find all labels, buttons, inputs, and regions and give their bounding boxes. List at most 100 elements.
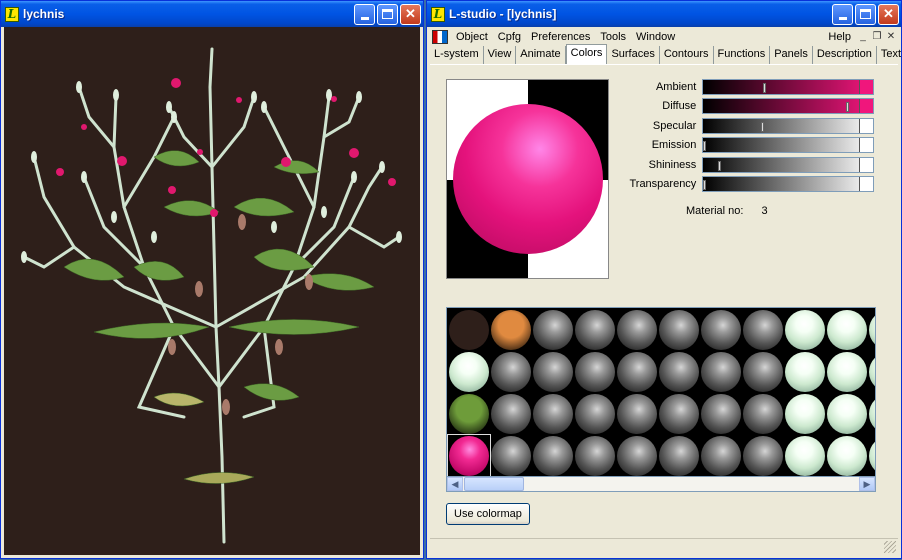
maximize-button[interactable] xyxy=(855,3,876,25)
material-swatch[interactable] xyxy=(659,394,699,434)
minimize-button[interactable] xyxy=(354,3,375,25)
slider-emission[interactable] xyxy=(702,137,874,154)
material-swatch[interactable] xyxy=(827,436,867,476)
material-swatch[interactable] xyxy=(743,310,783,350)
material-swatch[interactable] xyxy=(491,310,531,350)
use-colormap-button[interactable]: Use colormap xyxy=(446,503,530,525)
slider-row-transparency: Transparency xyxy=(604,175,874,195)
material-swatch[interactable] xyxy=(743,394,783,434)
slider-row-diffuse: Diffuse xyxy=(604,97,874,117)
slider-thumb[interactable] xyxy=(703,180,707,191)
material-swatch[interactable] xyxy=(533,394,573,434)
material-swatch[interactable] xyxy=(827,352,867,392)
scroll-thumb[interactable] xyxy=(464,477,524,491)
material-swatch[interactable] xyxy=(869,352,875,392)
scroll-right-icon[interactable]: ▶ xyxy=(859,477,875,491)
lstudio-logo-icon: L xyxy=(5,6,19,22)
plant-render-view[interactable] xyxy=(4,27,420,555)
tab-l-system[interactable]: L-system xyxy=(430,46,484,64)
slider-transparency[interactable] xyxy=(702,176,874,193)
slider-thumb[interactable] xyxy=(763,82,767,93)
material-swatch[interactable] xyxy=(869,310,875,350)
material-swatch[interactable] xyxy=(659,436,699,476)
material-swatch[interactable] xyxy=(533,436,573,476)
slider-row-specular: Specular xyxy=(604,116,874,136)
material-sliders: Ambient Diffuse Specular Emission Shininess T… xyxy=(604,77,874,194)
minimize-button[interactable] xyxy=(832,3,853,25)
material-swatch[interactable] xyxy=(617,352,657,392)
tab-text-file[interactable]: Text file xyxy=(877,46,902,64)
material-swatch[interactable] xyxy=(659,310,699,350)
material-swatch[interactable] xyxy=(533,310,573,350)
material-swatch[interactable] xyxy=(575,394,615,434)
material-swatch[interactable] xyxy=(869,436,875,476)
material-swatch[interactable] xyxy=(869,394,875,434)
material-swatch[interactable] xyxy=(659,352,699,392)
material-swatch[interactable] xyxy=(575,436,615,476)
slider-ambient[interactable] xyxy=(702,78,874,95)
slider-diffuse[interactable] xyxy=(702,98,874,115)
tab-view[interactable]: View xyxy=(484,46,517,64)
maximize-button[interactable] xyxy=(377,3,398,25)
menu-cpfg[interactable]: Cpfg xyxy=(493,31,526,43)
document-icon[interactable] xyxy=(432,29,448,44)
slider-thumb[interactable] xyxy=(718,160,722,171)
mdi-restore-icon[interactable]: ❐ xyxy=(870,31,884,42)
material-swatch[interactable] xyxy=(491,394,531,434)
material-swatch[interactable] xyxy=(785,352,825,392)
material-swatch[interactable] xyxy=(491,436,531,476)
menu-preferences[interactable]: Preferences xyxy=(526,31,595,43)
lychnis-titlebar[interactable]: L lychnis ✕ xyxy=(1,1,423,27)
material-swatch[interactable] xyxy=(743,436,783,476)
slider-thumb[interactable] xyxy=(761,121,765,132)
material-swatch[interactable] xyxy=(617,394,657,434)
lstudio-titlebar[interactable]: L L-studio - [lychnis] ✕ xyxy=(427,1,901,27)
slider-shininess[interactable] xyxy=(702,156,874,173)
slider-thumb[interactable] xyxy=(846,102,850,113)
resize-grip-icon[interactable] xyxy=(884,541,896,553)
material-swatch[interactable] xyxy=(491,352,531,392)
menu-tools[interactable]: Tools xyxy=(595,31,631,43)
material-swatch[interactable] xyxy=(449,310,489,350)
material-swatch[interactable] xyxy=(785,394,825,434)
material-palette[interactable] xyxy=(446,307,876,492)
tab-colors[interactable]: Colors xyxy=(565,44,608,64)
close-button[interactable]: ✕ xyxy=(878,3,899,25)
palette-scrollbar[interactable]: ◀ ▶ xyxy=(446,476,876,492)
slider-specular[interactable] xyxy=(702,117,874,134)
material-swatch[interactable] xyxy=(701,394,741,434)
material-swatch[interactable] xyxy=(575,310,615,350)
material-swatch[interactable] xyxy=(785,436,825,476)
material-swatch[interactable] xyxy=(617,310,657,350)
scroll-left-icon[interactable]: ◀ xyxy=(447,477,463,491)
slider-thumb[interactable] xyxy=(703,141,707,152)
material-swatch[interactable] xyxy=(701,310,741,350)
tab-animate[interactable]: Animate xyxy=(516,46,566,64)
tab-description[interactable]: Description xyxy=(813,46,877,64)
material-swatch[interactable] xyxy=(827,394,867,434)
material-swatch[interactable] xyxy=(575,352,615,392)
menu-window[interactable]: Window xyxy=(631,31,680,43)
slider-label: Emission xyxy=(651,139,697,152)
slider-label: Ambient xyxy=(655,80,697,93)
tab-contours[interactable]: Contours xyxy=(660,46,714,64)
mdi-minimize-icon[interactable]: _ xyxy=(856,31,870,42)
material-swatch[interactable] xyxy=(701,352,741,392)
tab-panels[interactable]: Panels xyxy=(770,46,813,64)
material-swatch[interactable] xyxy=(827,310,867,350)
material-swatch[interactable] xyxy=(449,352,489,392)
window-title: lychnis xyxy=(23,7,65,21)
tab-functions[interactable]: Functions xyxy=(714,46,771,64)
material-swatch[interactable] xyxy=(617,436,657,476)
mdi-close-icon[interactable]: ✕ xyxy=(884,31,898,42)
material-swatch[interactable] xyxy=(701,436,741,476)
material-swatch[interactable] xyxy=(785,310,825,350)
close-button[interactable]: ✕ xyxy=(400,3,421,25)
menu-help[interactable]: Help xyxy=(823,31,856,43)
tab-surfaces[interactable]: Surfaces xyxy=(607,46,660,64)
slider-label: Shininess xyxy=(648,158,697,171)
material-swatch[interactable] xyxy=(533,352,573,392)
menu-object[interactable]: Object xyxy=(451,31,493,43)
material-swatch[interactable] xyxy=(449,394,489,434)
material-swatch[interactable] xyxy=(743,352,783,392)
